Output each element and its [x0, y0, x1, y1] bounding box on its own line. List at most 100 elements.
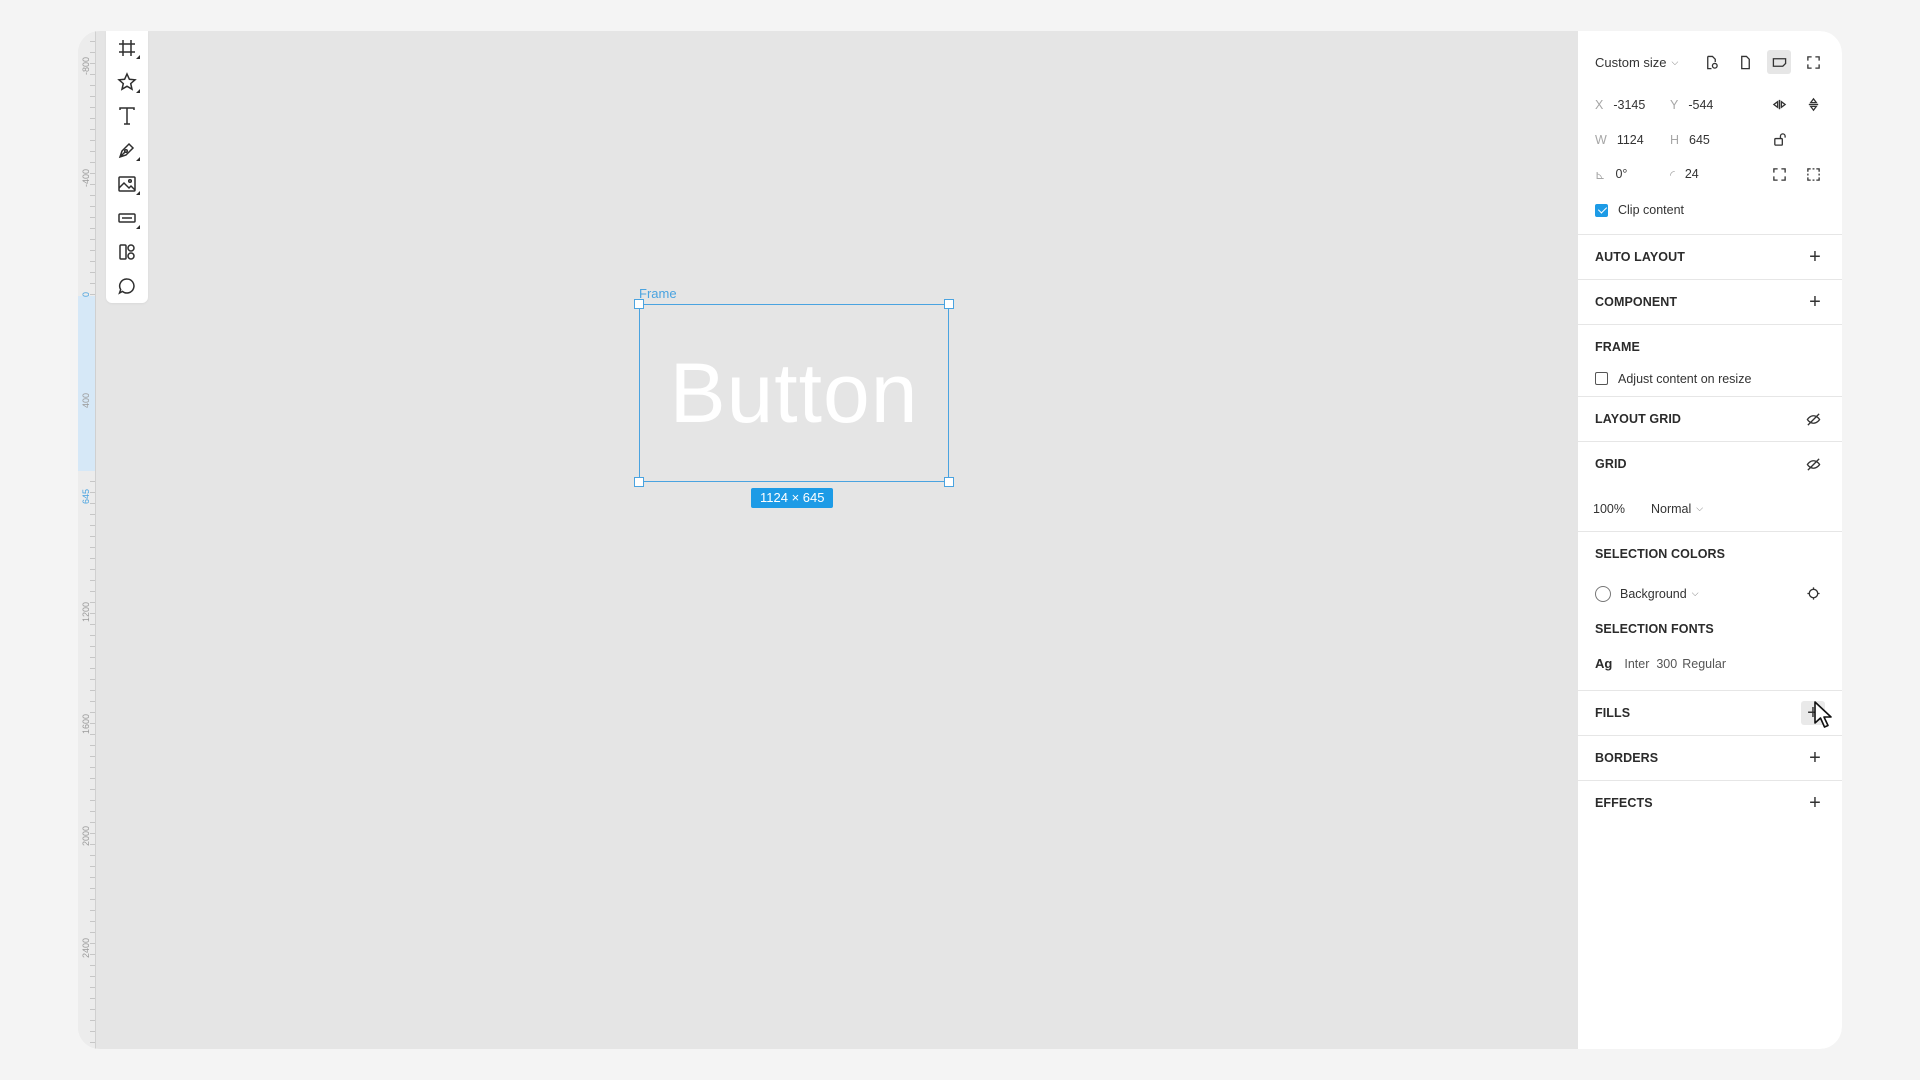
portrait-button[interactable]	[1733, 50, 1757, 74]
document-gear-icon	[1706, 55, 1718, 69]
preset-actions	[1699, 50, 1825, 74]
effects-section: EFFECTS +	[1578, 780, 1842, 825]
star-tool[interactable]	[111, 65, 143, 99]
resize-handle-top-right[interactable]	[944, 299, 954, 309]
mouse-cursor-icon	[1814, 701, 1832, 728]
adjust-content-row[interactable]: Adjust content on resize	[1578, 361, 1842, 396]
x-field[interactable]: X -3145	[1595, 98, 1669, 112]
rotation-field[interactable]: ⊾ 0°	[1595, 167, 1669, 182]
x-value[interactable]: -3145	[1613, 98, 1645, 112]
constrain-proportions-button[interactable]	[1767, 128, 1791, 152]
component-title: COMPONENT	[1595, 295, 1678, 309]
ruler-label: 1200	[81, 601, 91, 623]
resize-handle-top-left[interactable]	[634, 299, 644, 309]
flip-vertical-button[interactable]	[1801, 93, 1825, 117]
frame-size-badge: 1124 × 645	[751, 488, 834, 508]
ruler-label: 1600	[81, 713, 91, 735]
comment-tool[interactable]	[111, 269, 143, 303]
ruler-label: 0	[81, 291, 91, 297]
radius-actions	[1767, 163, 1825, 187]
blend-mode-dropdown[interactable]: Normal ⌵	[1651, 502, 1703, 516]
w-field[interactable]: W 1124	[1595, 133, 1669, 147]
frame-title: FRAME	[1595, 340, 1640, 354]
selection-fonts-section: SELECTION FONTS	[1578, 611, 1842, 646]
h-field[interactable]: H 645	[1670, 133, 1766, 147]
selected-frame[interactable]: Button	[634, 299, 954, 487]
fit-to-content-button[interactable]	[1801, 50, 1825, 74]
eye-hidden-icon	[1806, 412, 1820, 426]
components-icon	[119, 244, 135, 260]
adjust-content-label: Adjust content on resize	[1618, 371, 1752, 386]
toggle-grid-button[interactable]	[1801, 452, 1825, 476]
auto-layout-title: AUTO LAYOUT	[1595, 250, 1685, 264]
adjust-content-checkbox[interactable]	[1595, 372, 1608, 385]
background-color-dropdown[interactable]: Background ⌵	[1595, 585, 1699, 602]
font-name: Inter	[1624, 656, 1650, 671]
pen-tool[interactable]	[111, 133, 143, 167]
clip-content-checkbox[interactable]	[1595, 203, 1608, 217]
independent-corners-button[interactable]	[1767, 163, 1791, 187]
component-section: COMPONENT +	[1578, 279, 1842, 324]
flip-horizontal-button[interactable]	[1767, 93, 1791, 117]
eye-hidden-icon	[1806, 457, 1820, 471]
add-border-button[interactable]: +	[1805, 748, 1825, 768]
layer-opacity-row: 100% Normal ⌵	[1578, 486, 1842, 531]
pen-icon	[118, 142, 135, 159]
add-effect-button[interactable]: +	[1805, 793, 1825, 813]
ruler-label: 2000	[81, 825, 91, 847]
grid-section: GRID	[1578, 441, 1842, 486]
clip-path-button[interactable]	[1801, 163, 1825, 187]
chevron-down-icon: ⌵	[1696, 503, 1704, 513]
add-auto-layout-button[interactable]: +	[1805, 247, 1825, 267]
image-icon	[118, 176, 136, 192]
font-weight: 300	[1656, 656, 1678, 671]
h-value[interactable]: 645	[1689, 133, 1710, 147]
selection-fonts-title: SELECTION FONTS	[1595, 621, 1714, 636]
opacity-value[interactable]: 100%	[1593, 502, 1651, 516]
y-value[interactable]: -544	[1688, 98, 1713, 112]
rotation-value[interactable]: 0°	[1615, 167, 1627, 182]
star-icon	[117, 72, 137, 91]
frame-settings-button[interactable]	[1699, 50, 1723, 74]
dashed-frame-icon	[1806, 168, 1820, 181]
selection-font-row[interactable]: Ag Inter 300 Regular	[1578, 646, 1842, 681]
resize-handle-bottom-left[interactable]	[634, 477, 644, 487]
toggle-layout-grid-button[interactable]	[1801, 407, 1825, 431]
y-field[interactable]: Y -544	[1670, 98, 1766, 112]
components-tool[interactable]	[111, 235, 143, 269]
ruler-label: 2400	[81, 937, 91, 959]
frame-text-layer[interactable]: Button	[640, 305, 948, 481]
frame-name-label[interactable]: Frame	[639, 286, 677, 301]
grid-title: GRID	[1595, 457, 1627, 471]
unlock-icon	[1773, 133, 1786, 146]
w-value[interactable]: 1124	[1617, 133, 1644, 147]
size-preset-dropdown[interactable]: Custom size ⌵	[1595, 55, 1678, 70]
flip-horizontal-icon	[1772, 99, 1786, 110]
ruler-label: -800	[81, 57, 91, 76]
radius-field[interactable]: ◜ 24	[1670, 167, 1766, 182]
radius-value[interactable]: 24	[1685, 167, 1699, 182]
font-sample: Ag	[1595, 656, 1613, 671]
selection-colors-section: SELECTION COLORS	[1578, 531, 1842, 576]
landscape-button[interactable]	[1767, 50, 1791, 74]
blend-mode-label: Normal	[1651, 501, 1692, 516]
text-tool[interactable]	[111, 99, 143, 133]
resize-handle-bottom-right[interactable]	[944, 477, 954, 487]
layout-grid-title: LAYOUT GRID	[1595, 412, 1682, 426]
rectangle-tool[interactable]	[111, 201, 143, 235]
corner-radius-icon: ◜	[1670, 168, 1675, 182]
frame-tool[interactable]	[111, 31, 143, 65]
image-tool[interactable]	[111, 167, 143, 201]
clip-content-label: Clip content	[1618, 203, 1685, 217]
position-row: X -3145 Y -544	[1578, 87, 1842, 122]
color-swatch[interactable]	[1595, 585, 1611, 602]
document-icon	[1740, 55, 1750, 69]
app-window: -800 -400 0 400 645 1200 1600 2000 2400	[78, 31, 1842, 1049]
clip-content-row[interactable]: Clip content	[1578, 192, 1842, 228]
effects-title: EFFECTS	[1595, 796, 1653, 810]
add-component-button[interactable]: +	[1805, 292, 1825, 312]
vertical-ruler[interactable]: -800 -400 0 400 645 1200 1600 2000 2400	[78, 31, 96, 1049]
select-matching-color-button[interactable]	[1801, 582, 1825, 606]
size-row: W 1124 H 645	[1578, 122, 1842, 157]
fills-title: FILLS	[1595, 706, 1631, 720]
